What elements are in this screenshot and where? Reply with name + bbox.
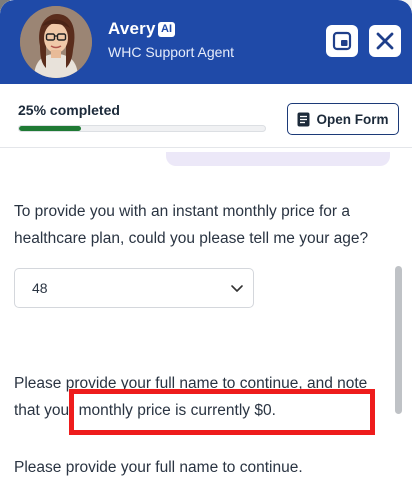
scrollbar-thumb[interactable] (395, 266, 402, 414)
highlight-annotation (69, 389, 375, 435)
progress-bar (18, 125, 266, 132)
chevron-down-icon (231, 285, 243, 292)
chat-header: Avery AI WHC Support Agent (0, 0, 412, 84)
picture-in-picture-icon (332, 31, 352, 51)
progress-panel: 25% completed Open Form (0, 84, 412, 148)
previous-user-message-bubble (166, 152, 390, 166)
age-select-value: 48 (32, 280, 48, 296)
open-form-label: Open Form (316, 111, 389, 127)
open-form-button[interactable]: Open Form (287, 103, 399, 135)
close-icon (376, 32, 394, 50)
form-document-icon (297, 112, 310, 126)
bot-message: To provide you with an instant monthly p… (14, 203, 369, 247)
agent-role: WHC Support Agent (108, 44, 235, 60)
ai-badge: AI (158, 22, 175, 37)
chat-messages: To provide you with an instant monthly p… (0, 148, 412, 493)
agent-avatar-image (20, 6, 92, 78)
chat-widget: Avery AI WHC Support Agent 25% completed (0, 0, 412, 493)
close-button[interactable] (369, 25, 401, 57)
bot-message: Please provide your full name to continu… (14, 459, 303, 476)
minimize-button[interactable] (326, 25, 358, 57)
progress-label: 25% completed (18, 102, 120, 118)
agent-name: Avery (108, 19, 156, 38)
age-select[interactable]: 48 (14, 268, 254, 308)
progress-bar-fill (19, 126, 81, 131)
agent-avatar (20, 6, 92, 78)
